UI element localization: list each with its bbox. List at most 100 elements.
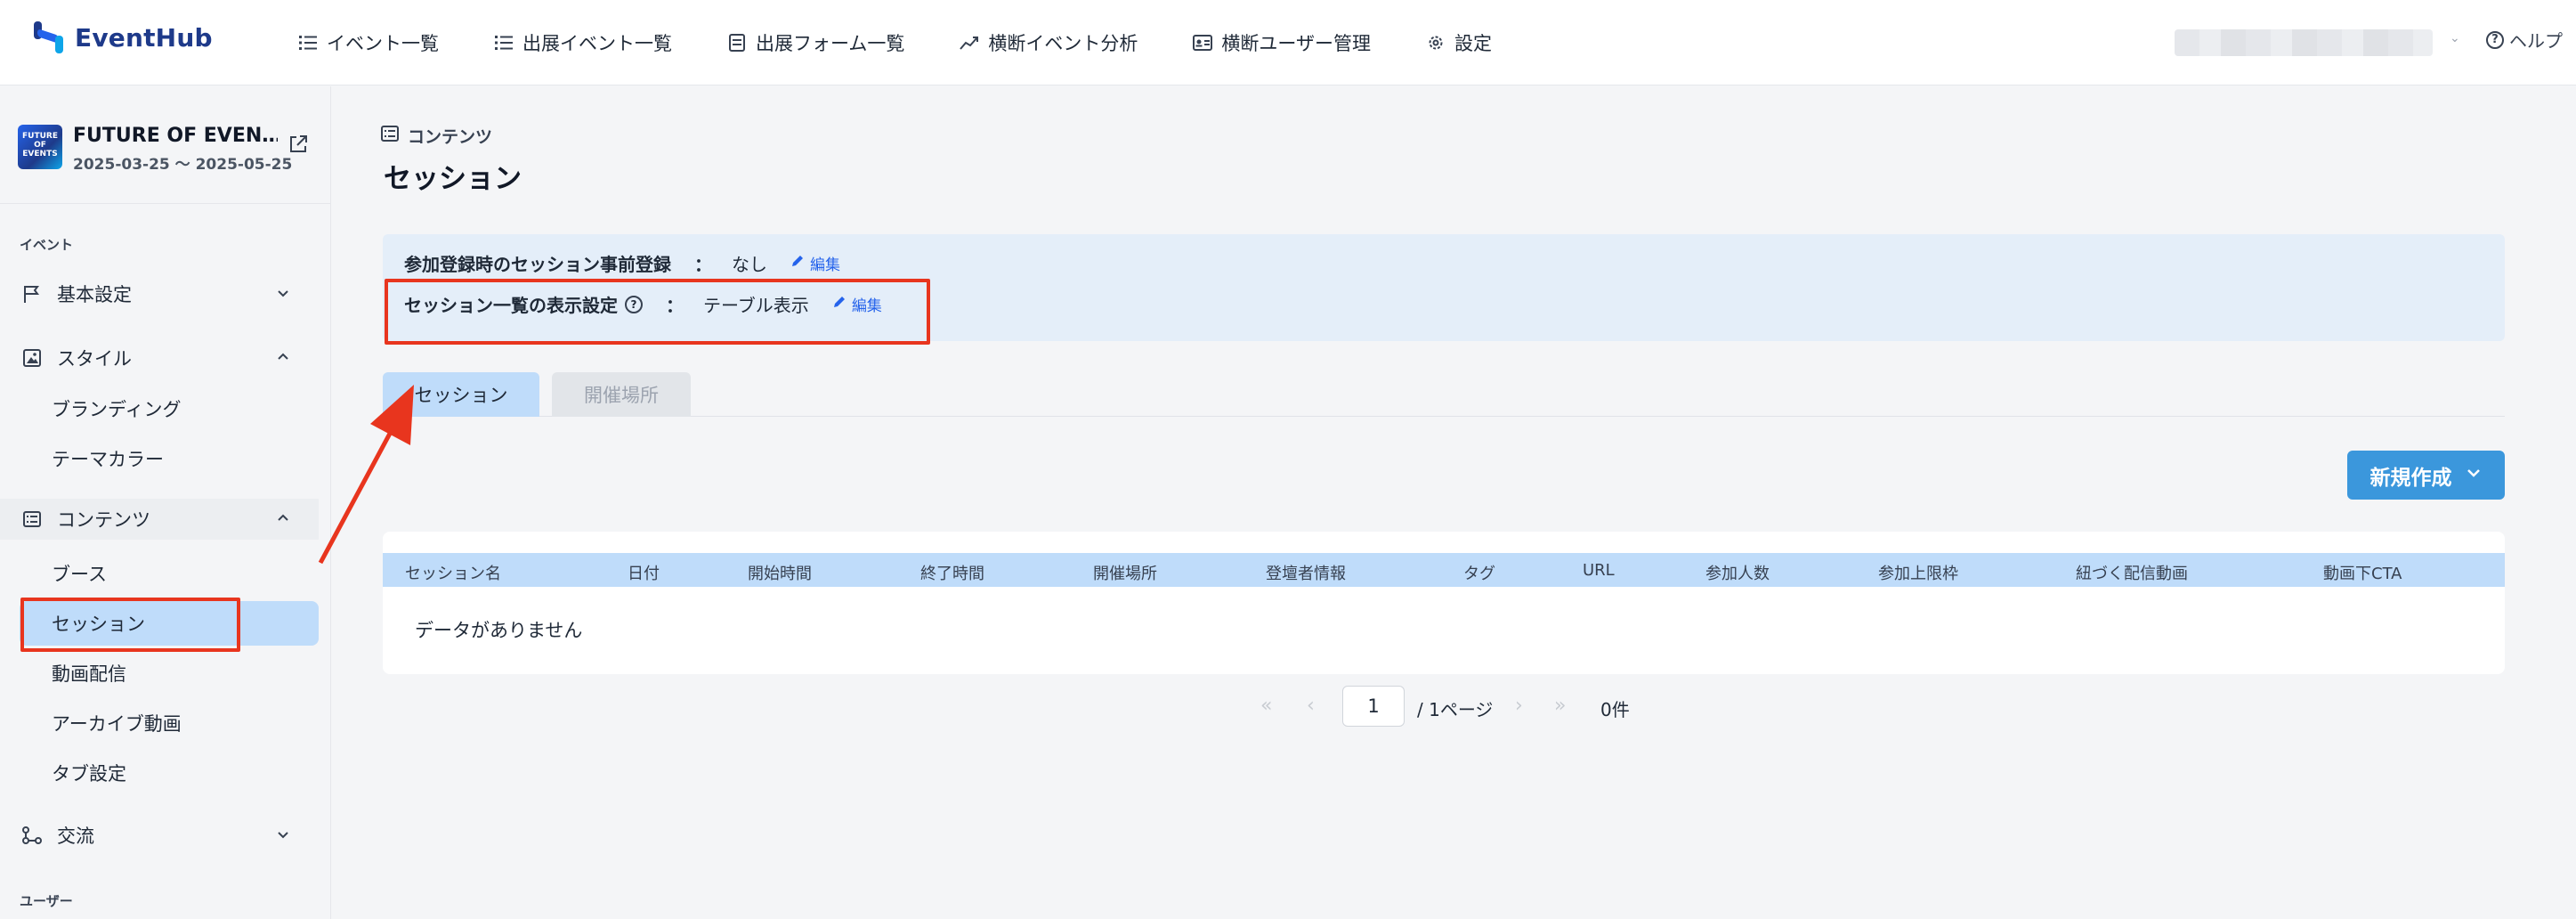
setting-value: なし bbox=[732, 254, 767, 275]
sidebar-item-theme-color[interactable]: テーマカラー bbox=[20, 436, 319, 481]
list-box-icon bbox=[381, 126, 399, 146]
nav-cross-user-management[interactable]: 横断ユーザー管理 bbox=[1193, 29, 1371, 56]
sidebar-item-branding[interactable]: ブランディング bbox=[20, 386, 319, 431]
sidebar-item-label: スタイル bbox=[57, 348, 132, 370]
external-link-icon[interactable] bbox=[288, 134, 311, 157]
pencil-icon bbox=[832, 295, 847, 313]
sidebar-item-booth[interactable]: ブース bbox=[20, 551, 319, 596]
column-header[interactable]: 日付 bbox=[628, 561, 660, 584]
nav-label: 出展フォーム一覧 bbox=[756, 33, 905, 54]
column-header[interactable]: 紐づく配信動画 bbox=[2076, 561, 2188, 584]
sidebar-item-style[interactable]: スタイル bbox=[0, 338, 319, 378]
prev-page-icon[interactable]: ‹ bbox=[1307, 695, 1315, 717]
top-navigation-bar: EventHub イベント一覧 出展イベント一覧 出展フォーム一覧 横断イベント… bbox=[0, 0, 2576, 85]
nav-label: 出展イベント一覧 bbox=[522, 33, 672, 54]
event-dates: 2025-03-25 〜 2025-05-25 bbox=[73, 156, 293, 174]
pencil-icon bbox=[790, 254, 805, 272]
sidebar-item-networking[interactable]: 交流 bbox=[0, 815, 319, 856]
sidebar-divider bbox=[0, 203, 331, 204]
sidebar-item-label: 交流 bbox=[57, 825, 94, 847]
result-count: 0件 bbox=[1600, 699, 1630, 720]
column-header[interactable]: 終了時間 bbox=[920, 561, 984, 584]
event-card: FUTURE OF EVENTS FUTURE OF EVEN… 2025-03… bbox=[18, 125, 320, 178]
nav-exhibit-form-list[interactable]: 出展フォーム一覧 bbox=[727, 29, 904, 56]
sidebar-item-tab-settings[interactable]: タブ設定 bbox=[20, 751, 319, 795]
chevron-down-icon bbox=[2465, 464, 2483, 487]
event-name: FUTURE OF EVEN… bbox=[73, 125, 278, 147]
column-header[interactable]: 参加上限枠 bbox=[1878, 561, 1958, 584]
chevron-down-icon[interactable]: ⌄ bbox=[2450, 31, 2460, 45]
tab-venue[interactable]: 開催場所 bbox=[552, 372, 691, 417]
empty-state-text: データがありません bbox=[415, 620, 583, 641]
display-setting-row: セッション一覧の表示設定 ? ： テーブル表示 編集 bbox=[404, 291, 882, 317]
last-page-icon[interactable]: » bbox=[1554, 695, 1566, 717]
first-page-icon[interactable]: « bbox=[1260, 695, 1272, 717]
event-thumbnail: FUTURE OF EVENTS bbox=[18, 125, 62, 169]
nav-cross-event-analysis[interactable]: 横断イベント分析 bbox=[960, 29, 1138, 56]
tab-session[interactable]: セッション bbox=[383, 372, 539, 417]
content-tabs: セッション 開催場所 bbox=[383, 372, 2505, 417]
new-create-label: 新規作成 bbox=[2369, 466, 2452, 490]
page-number-input[interactable]: 1 bbox=[1342, 686, 1405, 727]
main-content: コンテンツ セッション 参加登録時のセッション事前登録 ： なし 編集 セッショ… bbox=[331, 86, 2576, 919]
nav-label: 横断イベント分析 bbox=[988, 33, 1138, 54]
setting-value: テーブル表示 bbox=[703, 295, 809, 316]
flag-icon bbox=[21, 283, 43, 305]
sidebar-item-contents[interactable]: コンテンツ bbox=[0, 499, 319, 540]
eventhub-logo[interactable]: EventHub bbox=[32, 20, 213, 55]
sidebar-item-label: 基本設定 bbox=[57, 284, 132, 305]
question-circle-icon: ? bbox=[2486, 30, 2504, 49]
eventhub-logo-icon bbox=[32, 20, 66, 55]
pagination: « ‹ 1 / 1ページ › » 0件 bbox=[331, 686, 2576, 728]
sidebar-item-label: コンテンツ bbox=[57, 509, 150, 531]
main-nav: イベント一覧 出展イベント一覧 出展フォーム一覧 横断イベント分析 横断ユーザー… bbox=[298, 0, 1547, 85]
edit-display-setting-link[interactable]: 編集 bbox=[832, 293, 882, 315]
edit-pre-registration-link[interactable]: 編集 bbox=[790, 252, 840, 274]
column-header[interactable]: セッション名 bbox=[405, 561, 501, 584]
sidebar-item-session[interactable]: セッション bbox=[20, 601, 319, 646]
column-header[interactable]: URL bbox=[1583, 561, 1615, 580]
edit-label: 編集 bbox=[851, 297, 882, 315]
network-icon bbox=[21, 825, 43, 846]
column-header[interactable]: 参加人数 bbox=[1705, 561, 1770, 584]
breadcrumb-label: コンテンツ bbox=[408, 127, 493, 147]
form-icon bbox=[727, 33, 747, 53]
new-create-button[interactable]: 新規作成 bbox=[2347, 451, 2505, 500]
nav-label: 設定 bbox=[1454, 33, 1492, 54]
nav-label: 横断ユーザー管理 bbox=[1221, 33, 1371, 54]
chevron-up-icon bbox=[274, 348, 292, 366]
column-header[interactable]: 登壇者情報 bbox=[1266, 561, 1346, 584]
gear-icon bbox=[1426, 33, 1446, 53]
sidebar-section-event: イベント bbox=[20, 237, 74, 253]
chart-icon bbox=[960, 33, 979, 53]
session-settings-panel: 参加登録時のセッション事前登録 ： なし 編集 セッション一覧の表示設定 ? ：… bbox=[383, 234, 2505, 341]
sidebar-item-archive-video[interactable]: アーカイブ動画 bbox=[20, 701, 319, 745]
sidebar-item-video-streaming[interactable]: 動画配信 bbox=[20, 651, 319, 695]
column-header[interactable]: 動画下CTA bbox=[2323, 561, 2402, 584]
account-name-blurred[interactable] bbox=[2175, 29, 2433, 56]
table-header: セッション名 日付 開始時間 終了時間 開催場所 登壇者情報 タグ URL 参加… bbox=[383, 553, 2505, 587]
nav-settings[interactable]: 設定 bbox=[1426, 29, 1492, 56]
help-label: ヘルプ bbox=[2509, 30, 2563, 52]
chevron-down-icon bbox=[274, 825, 292, 843]
nav-exhibit-event-list[interactable]: 出展イベント一覧 bbox=[494, 29, 672, 56]
help-link[interactable]: ? ヘルプ bbox=[2486, 27, 2563, 53]
list-box-icon bbox=[21, 508, 43, 530]
list-icon bbox=[298, 33, 318, 53]
chevron-up-icon bbox=[274, 509, 292, 527]
setting-separator: ： bbox=[694, 254, 712, 275]
nav-event-list[interactable]: イベント一覧 bbox=[298, 29, 439, 56]
sidebar: FUTURE OF EVENTS FUTURE OF EVEN… 2025-03… bbox=[0, 86, 331, 919]
pre-registration-setting-row: 参加登録時のセッション事前登録 ： なし 編集 bbox=[404, 250, 840, 276]
page-title: セッション bbox=[384, 163, 522, 195]
next-page-icon[interactable]: › bbox=[1515, 695, 1523, 717]
column-header[interactable]: 開催場所 bbox=[1093, 561, 1157, 584]
question-circle-icon[interactable]: ? bbox=[625, 295, 643, 313]
sidebar-section-user: ユーザー bbox=[20, 893, 73, 909]
nav-label: イベント一覧 bbox=[327, 33, 439, 54]
column-header[interactable]: 開始時間 bbox=[748, 561, 812, 584]
sidebar-item-basic-settings[interactable]: 基本設定 bbox=[0, 273, 319, 314]
list-icon bbox=[494, 33, 514, 53]
column-header[interactable]: タグ bbox=[1463, 561, 1495, 584]
breadcrumb: コンテンツ bbox=[381, 124, 492, 148]
